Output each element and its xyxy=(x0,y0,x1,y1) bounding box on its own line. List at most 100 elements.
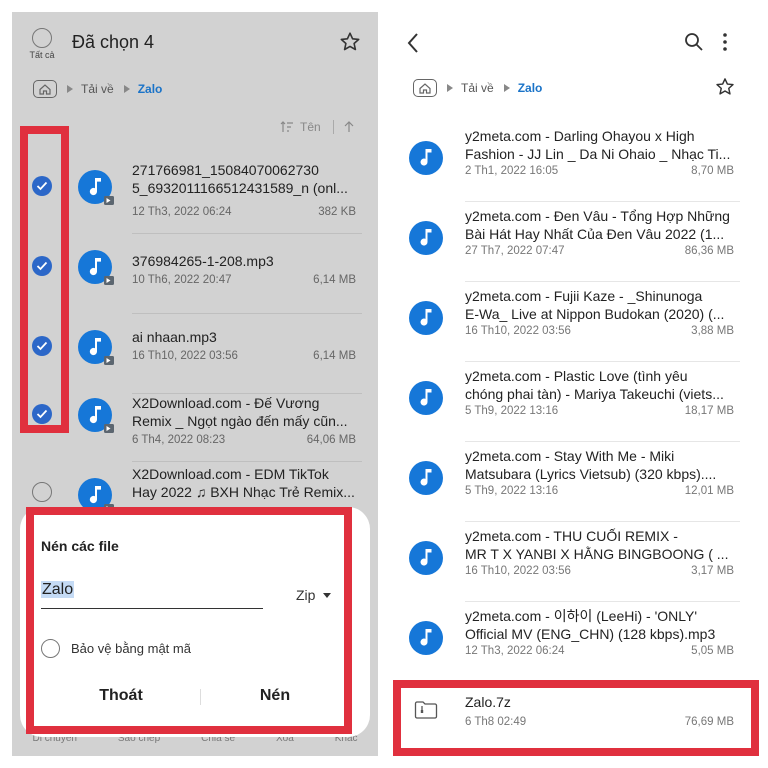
file-size: 18,17 MB xyxy=(684,405,734,417)
more-options-icon[interactable] xyxy=(722,32,728,52)
file-name: y2meta.com - Plastic Love (tình yêu chón… xyxy=(465,367,741,403)
file-name: 271766981_15084070062730 5_6932011166512… xyxy=(132,161,360,197)
audio-file-icon xyxy=(409,381,443,415)
audio-file-icon xyxy=(409,221,443,255)
right-screen: Tải về Zalo y2meta.com - Darling Ohayou … xyxy=(392,12,756,756)
audio-file-icon xyxy=(409,141,443,175)
file-name-line: MR T X YANBI X HẰNG BINGBOONG ( ... xyxy=(465,546,729,562)
file-name-line: 5_6932011166512431589_n (onl... xyxy=(132,180,348,196)
select-all-circle-icon xyxy=(32,28,52,48)
file-size: 382 KB xyxy=(318,206,356,218)
sort-direction-icon[interactable] xyxy=(344,121,354,133)
file-name-line: y2meta.com - Stay With Me - Miki xyxy=(465,448,675,464)
file-name-line: X2Download.com - EDM TikTok xyxy=(132,466,329,482)
audio-file-icon xyxy=(78,170,114,205)
file-date: 6 Th4, 2022 08:23 xyxy=(132,434,226,446)
search-icon[interactable] xyxy=(684,32,704,52)
dialog-highlight-box xyxy=(26,507,352,734)
file-name: 376984265-1-208.mp3 xyxy=(132,252,360,270)
row-checkbox-unchecked[interactable] xyxy=(32,482,52,502)
sort-divider xyxy=(332,120,334,134)
breadcrumb-arrow-icon xyxy=(123,85,130,93)
file-name: y2meta.com - Đen Vâu - Tổng Hợp Những Bà… xyxy=(465,207,741,243)
back-arrow-icon[interactable] xyxy=(406,32,420,54)
breadcrumb-parent[interactable]: Tải về xyxy=(461,81,494,95)
folder-home-icon[interactable] xyxy=(33,80,57,98)
file-name-line: Hay 2022 ♫ BXH Nhạc Trẻ Remix... xyxy=(132,484,355,500)
file-name-line: E-Wa_ Live at Nippon Budokan (2020) (... xyxy=(465,306,725,322)
file-size: 86,36 MB xyxy=(684,245,734,257)
file-date: 16 Th10, 2022 03:56 xyxy=(465,565,571,577)
breadcrumb-parent[interactable]: Tải về xyxy=(81,82,114,96)
file-date: 16 Th10, 2022 03:56 xyxy=(465,325,571,337)
sort-label: Tên xyxy=(300,120,321,134)
file-row[interactable]: y2meta.com - Stay With Me - Miki Matsuba… xyxy=(392,442,756,522)
file-size: 6,14 MB xyxy=(313,274,356,286)
file-date: 16 Th10, 2022 03:56 xyxy=(132,350,238,362)
file-row[interactable]: y2meta.com - 이하이 (LeeHi) - 'ONLY' Offici… xyxy=(392,602,756,682)
audio-file-icon xyxy=(409,541,443,575)
sort-icon xyxy=(280,121,293,132)
file-size: 6,14 MB xyxy=(313,350,356,362)
file-date: 5 Th9, 2022 13:16 xyxy=(465,405,559,417)
file-row[interactable]: y2meta.com - Đen Vâu - Tổng Hợp Những Bà… xyxy=(392,202,756,282)
file-size: 3,17 MB xyxy=(691,565,734,577)
file-name-line: y2meta.com - 이하이 (LeeHi) - 'ONLY' xyxy=(465,608,697,624)
file-name: X2Download.com - Đế Vương Remix _ Ngọt n… xyxy=(132,394,360,430)
breadcrumb-current[interactable]: Zalo xyxy=(138,82,163,96)
file-row[interactable]: y2meta.com - Fujii Kaze - _Shinunoga E-W… xyxy=(392,282,756,362)
file-row[interactable]: y2meta.com - THU CUỐI REMIX - MR T X YAN… xyxy=(392,522,756,602)
folder-home-icon[interactable] xyxy=(413,79,437,97)
file-name-line: Fashion - JJ Lin _ Da Ni Ohaio _ Nhạc Ti… xyxy=(465,146,731,162)
file-name: y2meta.com - Stay With Me - Miki Matsuba… xyxy=(465,447,741,483)
file-name: y2meta.com - 이하이 (LeeHi) - 'ONLY' Offici… xyxy=(465,607,741,643)
file-date: 27 Th7, 2022 07:47 xyxy=(465,245,565,257)
file-name-line: 376984265-1-208.mp3 xyxy=(132,253,274,269)
file-name-line: Official MV (ENG_CHN) (128 kbps).mp3 xyxy=(465,626,716,642)
breadcrumb: Tải về Zalo xyxy=(413,79,542,97)
file-name: X2Download.com - EDM TikTok Hay 2022 ♫ B… xyxy=(132,465,360,501)
file-row[interactable]: y2meta.com - Darling Ohayou x High Fashi… xyxy=(392,122,756,202)
archive-highlight-box xyxy=(393,680,759,756)
file-name-line: Remix _ Ngọt ngào đến mấy cũn... xyxy=(132,413,348,429)
star-icon[interactable] xyxy=(714,76,736,98)
audio-file-icon xyxy=(78,398,114,433)
audio-file-icon xyxy=(78,330,114,365)
file-name-line: y2meta.com - Đen Vâu - Tổng Hợp Những xyxy=(465,208,730,224)
file-date: 10 Th6, 2022 20:47 xyxy=(132,274,232,286)
file-row[interactable]: y2meta.com - Plastic Love (tình yêu chón… xyxy=(392,362,756,442)
file-name-line: Matsubara (Lyrics Vietsub) (320 kbps)...… xyxy=(465,466,717,482)
audio-file-icon xyxy=(78,250,114,285)
file-size: 5,05 MB xyxy=(691,645,734,657)
file-name-line: X2Download.com - Đế Vương xyxy=(132,395,320,411)
audio-file-icon xyxy=(409,461,443,495)
file-name-line: 271766981_15084070062730 xyxy=(132,162,319,178)
file-date: 2 Th1, 2022 16:05 xyxy=(465,165,559,177)
file-name: ai nhaan.mp3 xyxy=(132,328,360,346)
file-name-line: chóng phai tàn) - Mariya Takeuchi (viets… xyxy=(465,386,724,402)
select-all-checkbox[interactable]: Tất cả xyxy=(22,28,62,60)
selection-header: Tất cả Đã chọn 4 xyxy=(12,12,378,76)
breadcrumb-current[interactable]: Zalo xyxy=(518,81,543,95)
file-name: y2meta.com - Darling Ohayou x High Fashi… xyxy=(465,127,741,163)
selection-count-title: Đã chọn 4 xyxy=(72,32,155,52)
file-name: y2meta.com - Fujii Kaze - _Shinunoga E-W… xyxy=(465,287,741,323)
checkbox-highlight-box xyxy=(20,126,69,433)
file-name-line: ai nhaan.mp3 xyxy=(132,329,217,345)
breadcrumb-arrow-icon xyxy=(67,85,73,93)
sort-bar[interactable]: Tên xyxy=(280,120,354,134)
audio-file-icon xyxy=(409,621,443,655)
breadcrumb: Tải về Zalo xyxy=(33,80,162,98)
file-name-line: y2meta.com - Fujii Kaze - _Shinunoga xyxy=(465,288,703,304)
file-name: y2meta.com - THU CUỐI REMIX - MR T X YAN… xyxy=(465,527,741,563)
select-all-label: Tất cả xyxy=(29,50,55,60)
file-date: 5 Th9, 2022 13:16 xyxy=(465,485,559,497)
file-name-line: y2meta.com - Plastic Love (tình yêu xyxy=(465,368,688,384)
file-size: 8,70 MB xyxy=(691,165,734,177)
breadcrumb-arrow-icon xyxy=(447,84,453,92)
file-name-line: Bài Hát Hay Nhất Của Đen Vâu 2022 (1... xyxy=(465,226,725,242)
file-name-line: y2meta.com - THU CUỐI REMIX - xyxy=(465,528,678,544)
file-size: 12,01 MB xyxy=(684,485,734,497)
breadcrumb-arrow-icon xyxy=(503,84,510,92)
star-icon[interactable] xyxy=(338,30,362,54)
